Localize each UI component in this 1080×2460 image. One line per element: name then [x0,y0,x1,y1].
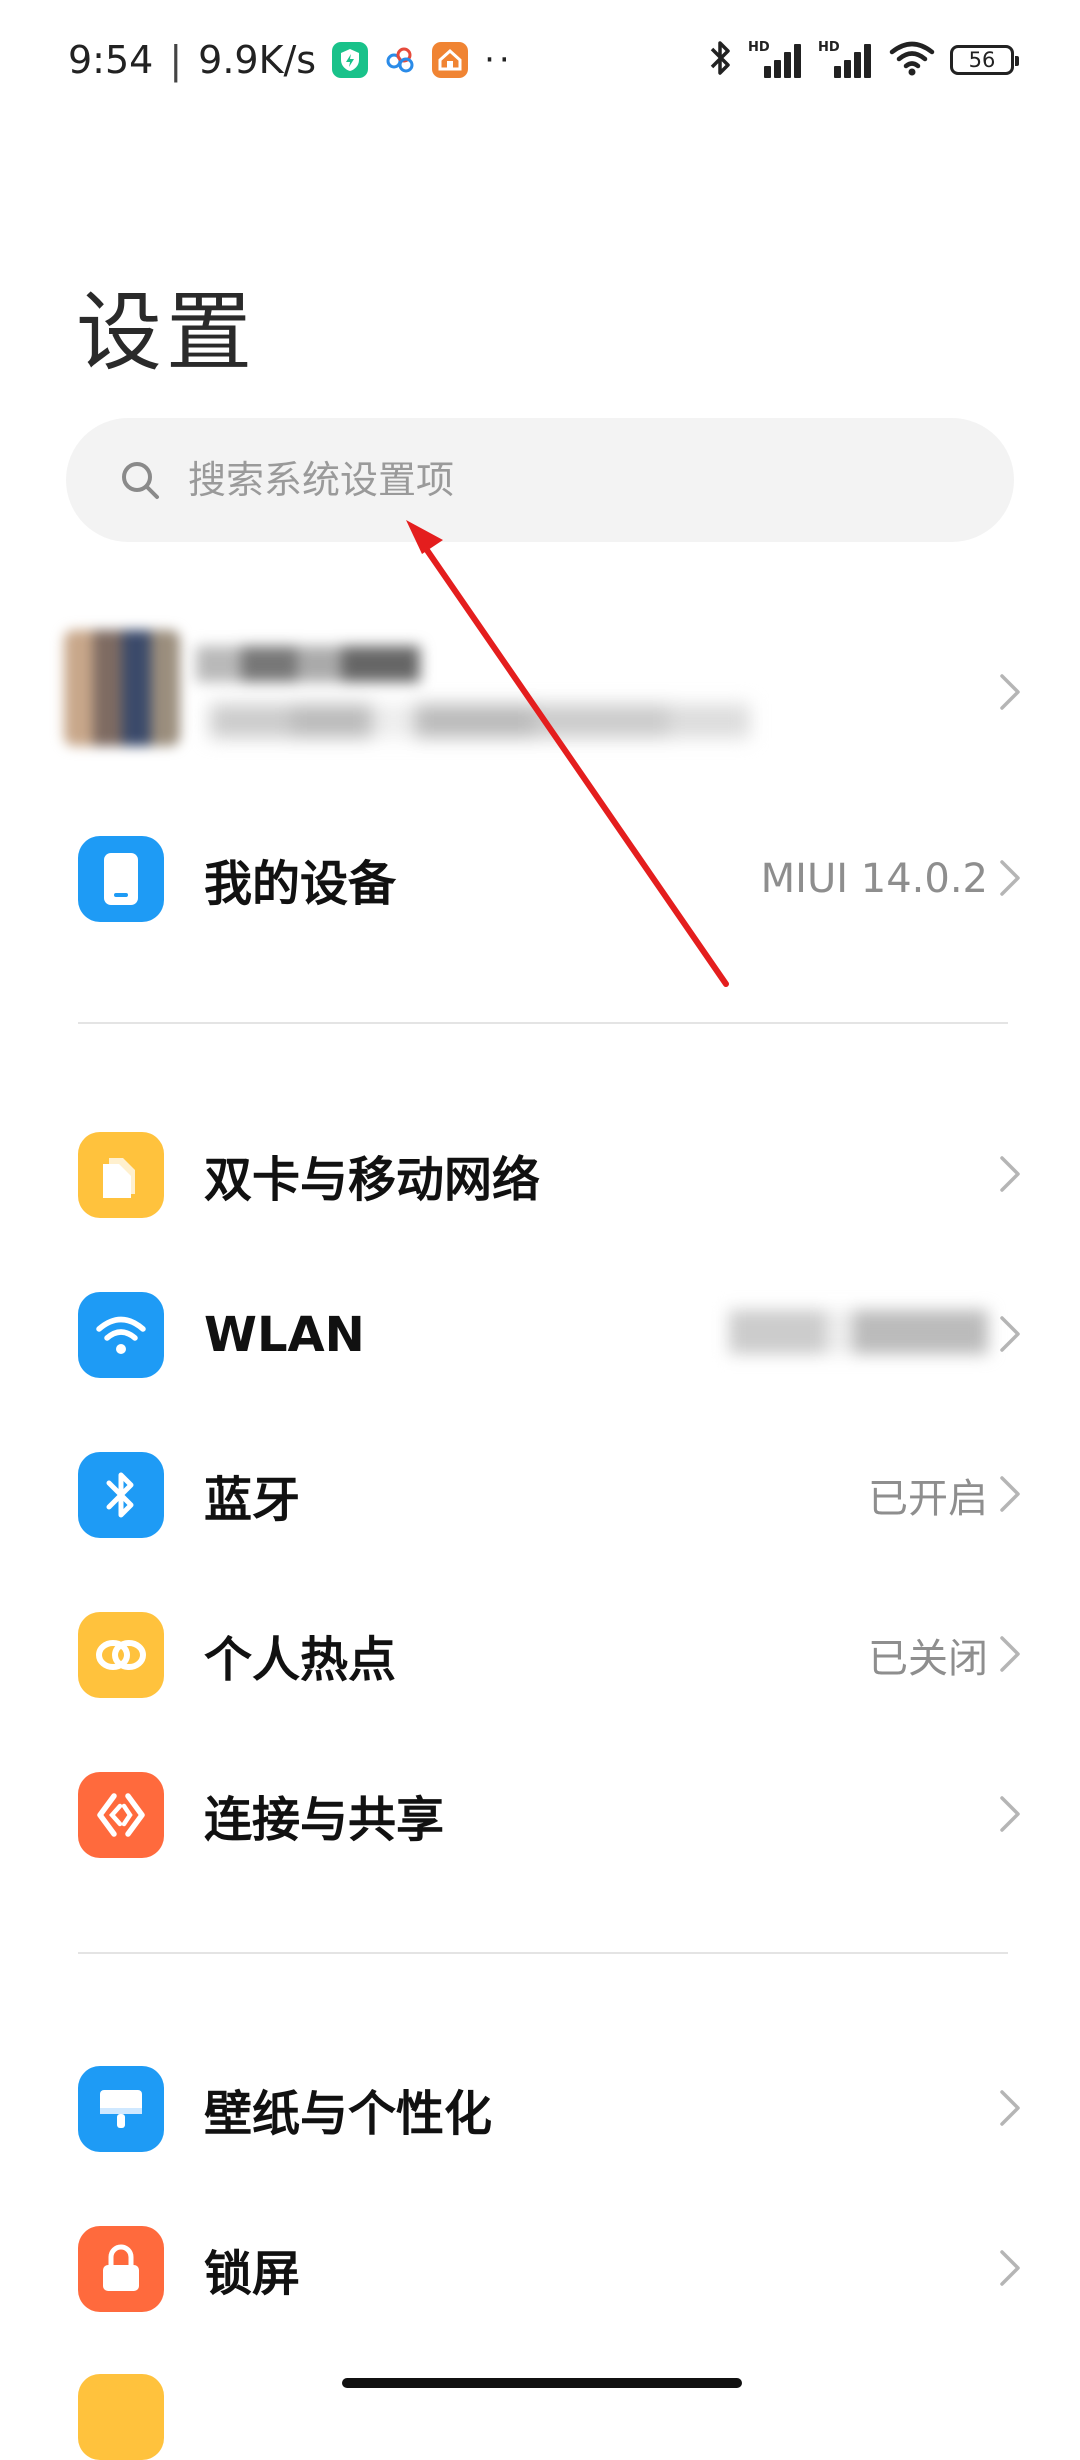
status-right: HD HD 56 [706,30,1019,90]
network-speed: 9.9K/s [198,38,317,82]
settings-item-wlan[interactable]: WLAN [0,1256,1080,1406]
settings-item-my-device[interactable]: 我的设备 MIUI 14.0.2 [0,800,1080,950]
bluetooth-icon [78,1452,164,1538]
divider [78,1952,1008,1954]
status-separator: | [169,38,183,82]
chevron-right-icon [1000,674,1020,710]
home-indicator[interactable] [342,2378,742,2388]
account-row[interactable] [0,610,1080,770]
share-icon [78,1772,164,1858]
settings-item-wallpaper[interactable]: 壁纸与个性化 [0,2030,1080,2180]
display-icon [78,2374,164,2460]
phone-icon [78,836,164,922]
settings-item-lock-screen[interactable]: 锁屏 [0,2190,1080,2340]
settings-item-value: 已开启 [868,1476,988,1522]
settings-item-sim-network[interactable]: 双卡与移动网络 [0,1096,1080,1246]
divider [78,1022,1008,1024]
wifi-status-icon [888,38,936,82]
lock-icon [78,2226,164,2312]
wifi-icon [78,1292,164,1378]
settings-item-value: MIUI 14.0.2 [760,856,988,902]
signal-sim2-icon: HD [818,40,874,80]
chevron-right-icon [1000,1796,1020,1832]
cloud-app-icon [384,42,416,78]
settings-item-label: 连接与共享 [204,1792,445,1848]
search-icon [118,458,162,502]
signal-sim1-icon: HD [748,40,804,80]
account-id-blurred [210,704,750,738]
settings-item-label: WLAN [204,1307,365,1363]
settings-item-value: 已关闭 [868,1636,988,1682]
page-title: 设置 [76,283,256,383]
shield-app-icon [332,42,369,78]
wlan-ssid-blurred [718,1310,988,1354]
chevron-right-icon [1000,2090,1020,2126]
chevron-right-icon [1000,1636,1020,1672]
settings-item-hotspot[interactable]: 个人热点 已关闭 [0,1576,1080,1726]
chevron-right-icon [1000,1316,1020,1352]
settings-item-label: 双卡与移动网络 [204,1152,541,1208]
chevron-right-icon [1000,1156,1020,1192]
clock: 9:54 [68,38,154,82]
account-name-blurred [196,646,420,682]
settings-item-label: 壁纸与个性化 [204,2086,493,2142]
chevron-right-icon [1000,2250,1020,2286]
settings-item-label: 蓝牙 [204,1472,301,1528]
status-bar: 9:54 | 9.9K/s ·· HD HD 56 [0,0,1080,120]
settings-item-label: 个人热点 [204,1632,397,1688]
search-bar[interactable] [66,418,1014,542]
wallpaper-icon [78,2066,164,2152]
settings-item-connection-sharing[interactable]: 连接与共享 [0,1736,1080,1886]
chevron-right-icon [1000,860,1020,896]
status-left: 9:54 | 9.9K/s ·· [68,30,514,90]
settings-item-label: 锁屏 [204,2246,301,2302]
battery-indicator: 56 [950,45,1019,75]
hotspot-icon [78,1612,164,1698]
chevron-right-icon [1000,1476,1020,1512]
settings-item-label: 我的设备 [204,856,397,912]
more-notifications: ·· [484,40,514,80]
home-app-icon [432,42,469,78]
settings-item-bluetooth[interactable]: 蓝牙 已开启 [0,1416,1080,1566]
search-input[interactable] [186,457,890,503]
sim-card-icon [78,1132,164,1218]
bluetooth-status-icon [706,38,734,82]
avatar [64,630,180,746]
